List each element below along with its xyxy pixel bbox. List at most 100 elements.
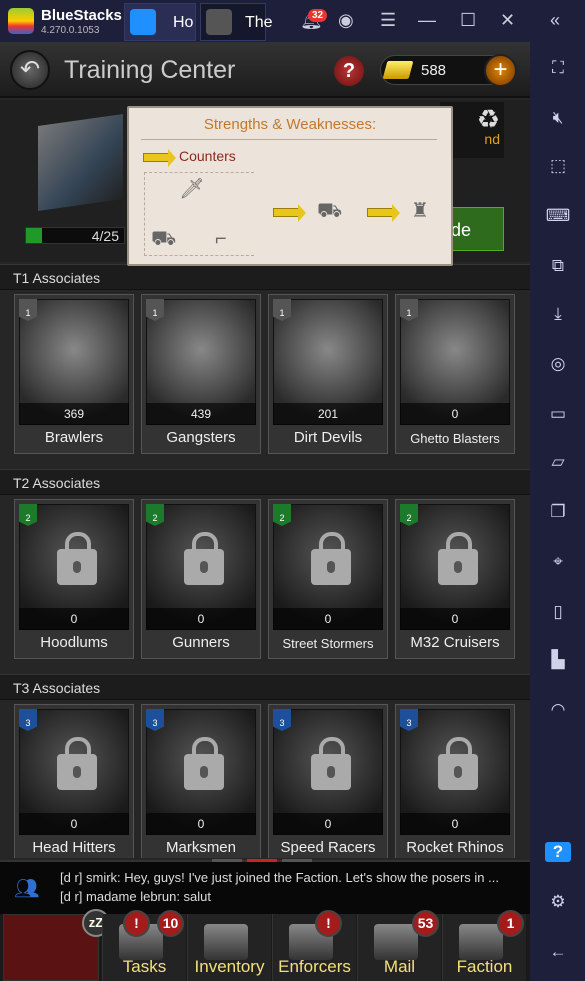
count-badge: 10 bbox=[157, 910, 184, 937]
section-t3: T3 Associates 3 0 Head Hitters 3 0 Marks… bbox=[0, 674, 530, 858]
screenshot-icon[interactable]: ⧉ bbox=[545, 256, 571, 276]
game-screen: ↶ Training Center ? 588 + 4/25 ♻ nd de St… bbox=[0, 42, 530, 981]
tier-badge: 2 bbox=[19, 504, 37, 526]
home-base-button[interactable]: zZ bbox=[3, 909, 110, 981]
mail-icon bbox=[374, 924, 418, 960]
unit-name: Brawlers bbox=[44, 429, 104, 446]
nav-inventory[interactable]: Inventory bbox=[187, 914, 271, 981]
gold-bars-icon bbox=[382, 61, 414, 79]
lock-icon bbox=[311, 737, 351, 790]
lock-icon bbox=[57, 532, 97, 585]
rotate-icon[interactable]: ▙ bbox=[545, 650, 571, 670]
arrow-icon bbox=[367, 204, 400, 222]
legend-label: Counters bbox=[179, 148, 236, 164]
nav-tasks[interactable]: Tasks! 10 bbox=[102, 910, 186, 981]
help-icon[interactable]: ? bbox=[545, 842, 571, 862]
count-badge: 1 bbox=[497, 910, 524, 937]
macro-icon[interactable]: ◠ bbox=[545, 700, 571, 720]
app-version: 4.270.0.1053 bbox=[41, 25, 100, 36]
tab-label: The bbox=[245, 14, 273, 31]
back-button[interactable]: ↶ bbox=[10, 50, 50, 90]
emulator-sidebar: ⛶ 🔇︎ ⬚ ⌨ ⧉ ⤓ ◎ ▭ ▱ ❐ ⌖ ▯ ▙ ◠ ? ⚙ ← bbox=[530, 42, 585, 981]
unit-name: Marksmen bbox=[165, 839, 236, 856]
unit-name: Head Hitters bbox=[32, 839, 116, 856]
shake-icon[interactable]: ▯ bbox=[545, 602, 571, 622]
help-button[interactable]: ? bbox=[334, 56, 364, 86]
keyboard-icon[interactable]: ⌨ bbox=[545, 206, 571, 226]
count-badge: 53 bbox=[412, 910, 439, 937]
bluestacks-logo bbox=[8, 8, 34, 34]
cursor-icon[interactable]: ⬚ bbox=[545, 156, 571, 176]
minimize-icon[interactable]: — bbox=[418, 10, 436, 31]
unit-card[interactable]: 2 0 Hoodlums bbox=[14, 499, 134, 659]
lock-icon bbox=[438, 532, 478, 585]
nav-enforcers[interactable]: Enforcers! bbox=[272, 910, 356, 981]
unit-count: 0 bbox=[146, 813, 256, 835]
apk-install-icon[interactable]: ⤓ bbox=[545, 304, 571, 324]
section-t2: T2 Associates 2 0 Hoodlums 2 0 Gunners 2… bbox=[0, 469, 530, 669]
tier-badge: 1 bbox=[19, 299, 37, 321]
unit-count: 0 bbox=[400, 608, 510, 630]
knife-icon: 🗡︎ bbox=[179, 178, 205, 200]
unit-count: 0 bbox=[146, 608, 256, 630]
settings-icon[interactable]: ⚙ bbox=[545, 892, 571, 912]
chat-message: [d r] madame lebrun: salut bbox=[60, 889, 212, 904]
bottom-nav: zZ Tasks! 10 Inventory Enforcers! Mail 53 Fact… bbox=[0, 909, 530, 981]
record-icon[interactable]: ▭ bbox=[545, 404, 571, 424]
tab-home[interactable]: Ho bbox=[124, 3, 196, 41]
unit-card[interactable]: 1 439 Gangsters bbox=[141, 294, 261, 454]
back-icon[interactable]: ← bbox=[545, 942, 571, 962]
unit-card[interactable]: 3 0 Rocket Rhinos bbox=[395, 704, 515, 858]
home-icon bbox=[130, 9, 156, 35]
faction-icon bbox=[459, 924, 503, 960]
unit-name: Rocket Rhinos bbox=[406, 839, 504, 856]
unit-card[interactable]: 3 0 Marksmen bbox=[141, 704, 261, 858]
alert-badge: ! bbox=[315, 910, 342, 937]
section-title: T2 Associates bbox=[0, 469, 530, 495]
tier-badge: 3 bbox=[400, 709, 418, 731]
tier-badge: 2 bbox=[400, 504, 418, 526]
unit-name: Hoodlums bbox=[40, 634, 108, 651]
unit-name: Dirt Devils bbox=[293, 429, 363, 446]
account-icon[interactable]: ◉ bbox=[338, 10, 354, 31]
nav-mail[interactable]: Mail 53 bbox=[357, 910, 441, 981]
maximize-icon[interactable]: ☐ bbox=[460, 10, 476, 31]
fullscreen-icon[interactable]: ⛶ bbox=[545, 58, 571, 78]
nav-faction[interactable]: Faction 1 bbox=[442, 910, 526, 981]
menu-icon[interactable]: ☰ bbox=[380, 10, 396, 31]
unit-count: 369 bbox=[19, 403, 129, 425]
training-center-building[interactable] bbox=[38, 114, 123, 211]
page-title: Training Center bbox=[64, 56, 236, 84]
folder-icon[interactable]: ▱ bbox=[545, 452, 571, 472]
collapse-sidebar-icon[interactable]: « bbox=[550, 10, 560, 31]
unit-card[interactable]: 1 201 Dirt Devils bbox=[268, 294, 388, 454]
tab-game[interactable]: The bbox=[200, 3, 273, 41]
section-title: T3 Associates bbox=[0, 674, 530, 700]
page-dot bbox=[282, 859, 312, 862]
unit-name: Speed Racers bbox=[280, 839, 376, 856]
unit-card[interactable]: 1 0 Ghetto Blasters bbox=[395, 294, 515, 454]
close-icon[interactable]: ✕ bbox=[500, 10, 515, 31]
tier-badge: 2 bbox=[146, 504, 164, 526]
refresh-icon: ♻ bbox=[476, 104, 500, 134]
location-icon[interactable]: ⌖ bbox=[545, 552, 571, 572]
unit-count: 0 bbox=[19, 813, 129, 835]
unit-card[interactable]: 2 0 Gunners bbox=[141, 499, 261, 659]
unit-card[interactable]: 1 369 Brawlers bbox=[14, 294, 134, 454]
inventory-icon bbox=[204, 924, 248, 960]
lock-icon bbox=[438, 737, 478, 790]
multi-instance-icon[interactable]: ❐ bbox=[545, 502, 571, 522]
associates-list[interactable]: T1 Associates 1 369 Brawlers 1 439 Gangs… bbox=[0, 264, 530, 858]
unit-card[interactable]: 3 0 Head Hitters bbox=[14, 704, 134, 858]
unit-card[interactable]: 2 0 Street Stormers bbox=[268, 499, 388, 659]
chat-panel[interactable]: 👥︎ [d r] smirk: Hey, guys! I've just joi… bbox=[0, 859, 530, 914]
chat-icon[interactable]: 👥︎ bbox=[14, 876, 39, 901]
unit-card[interactable]: 3 0 Speed Racers bbox=[268, 704, 388, 858]
add-gold-button[interactable]: + bbox=[484, 54, 517, 87]
volume-mute-icon[interactable]: 🔇︎ bbox=[545, 108, 571, 128]
unit-card[interactable]: 2 0 M32 Cruisers bbox=[395, 499, 515, 659]
lock-icon bbox=[57, 737, 97, 790]
legend-counters: Counters bbox=[143, 148, 236, 167]
section-t1: T1 Associates 1 369 Brawlers 1 439 Gangs… bbox=[0, 264, 530, 464]
camera-icon[interactable]: ◎ bbox=[545, 354, 571, 374]
